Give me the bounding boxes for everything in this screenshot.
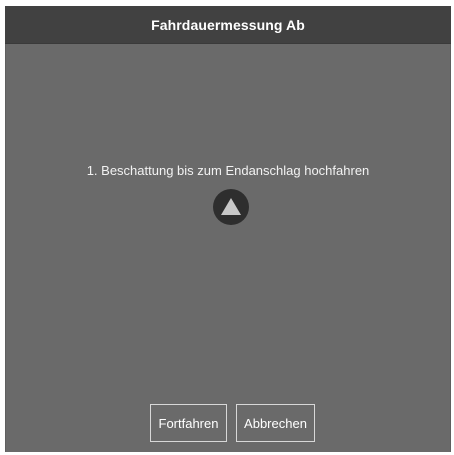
continue-button[interactable]: Fortfahren <box>150 404 227 442</box>
dialog-background <box>5 6 451 452</box>
instruction-text: 1. Beschattung bis zum Endanschlag hochf… <box>86 163 370 178</box>
dialog-title: Fahrdauermessung Ab <box>151 16 305 33</box>
dialog-titlebar: Fahrdauermessung Ab <box>5 6 451 44</box>
cancel-button[interactable]: Abbrechen <box>236 404 315 442</box>
triangle-up-icon <box>221 198 241 215</box>
move-up-button[interactable] <box>213 189 249 225</box>
